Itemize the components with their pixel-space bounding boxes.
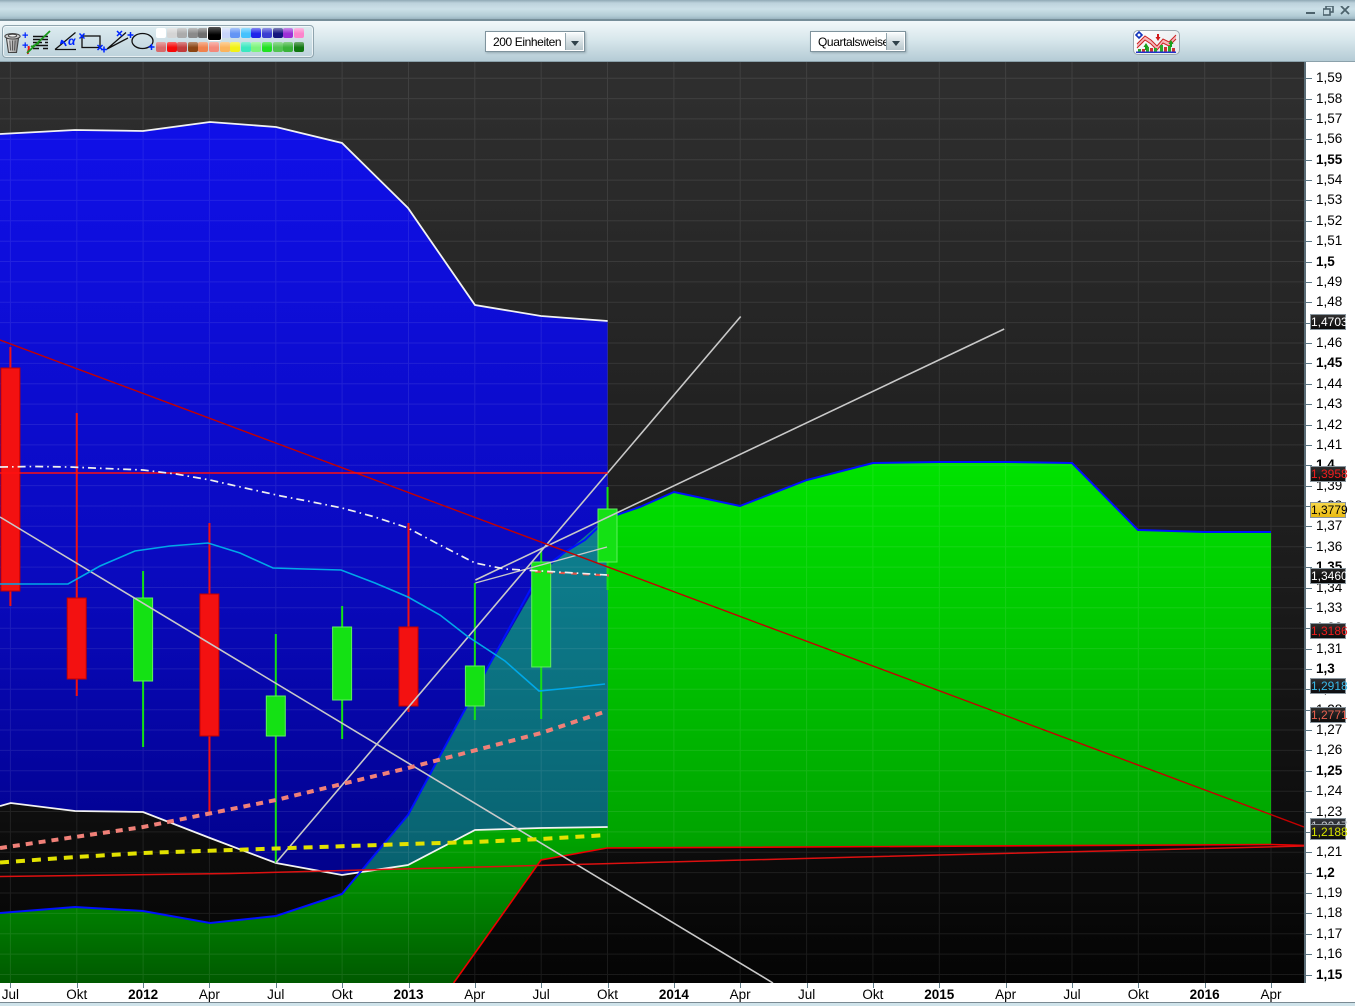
svg-text:+: + [22, 40, 28, 52]
svg-text:α: α [68, 34, 76, 48]
